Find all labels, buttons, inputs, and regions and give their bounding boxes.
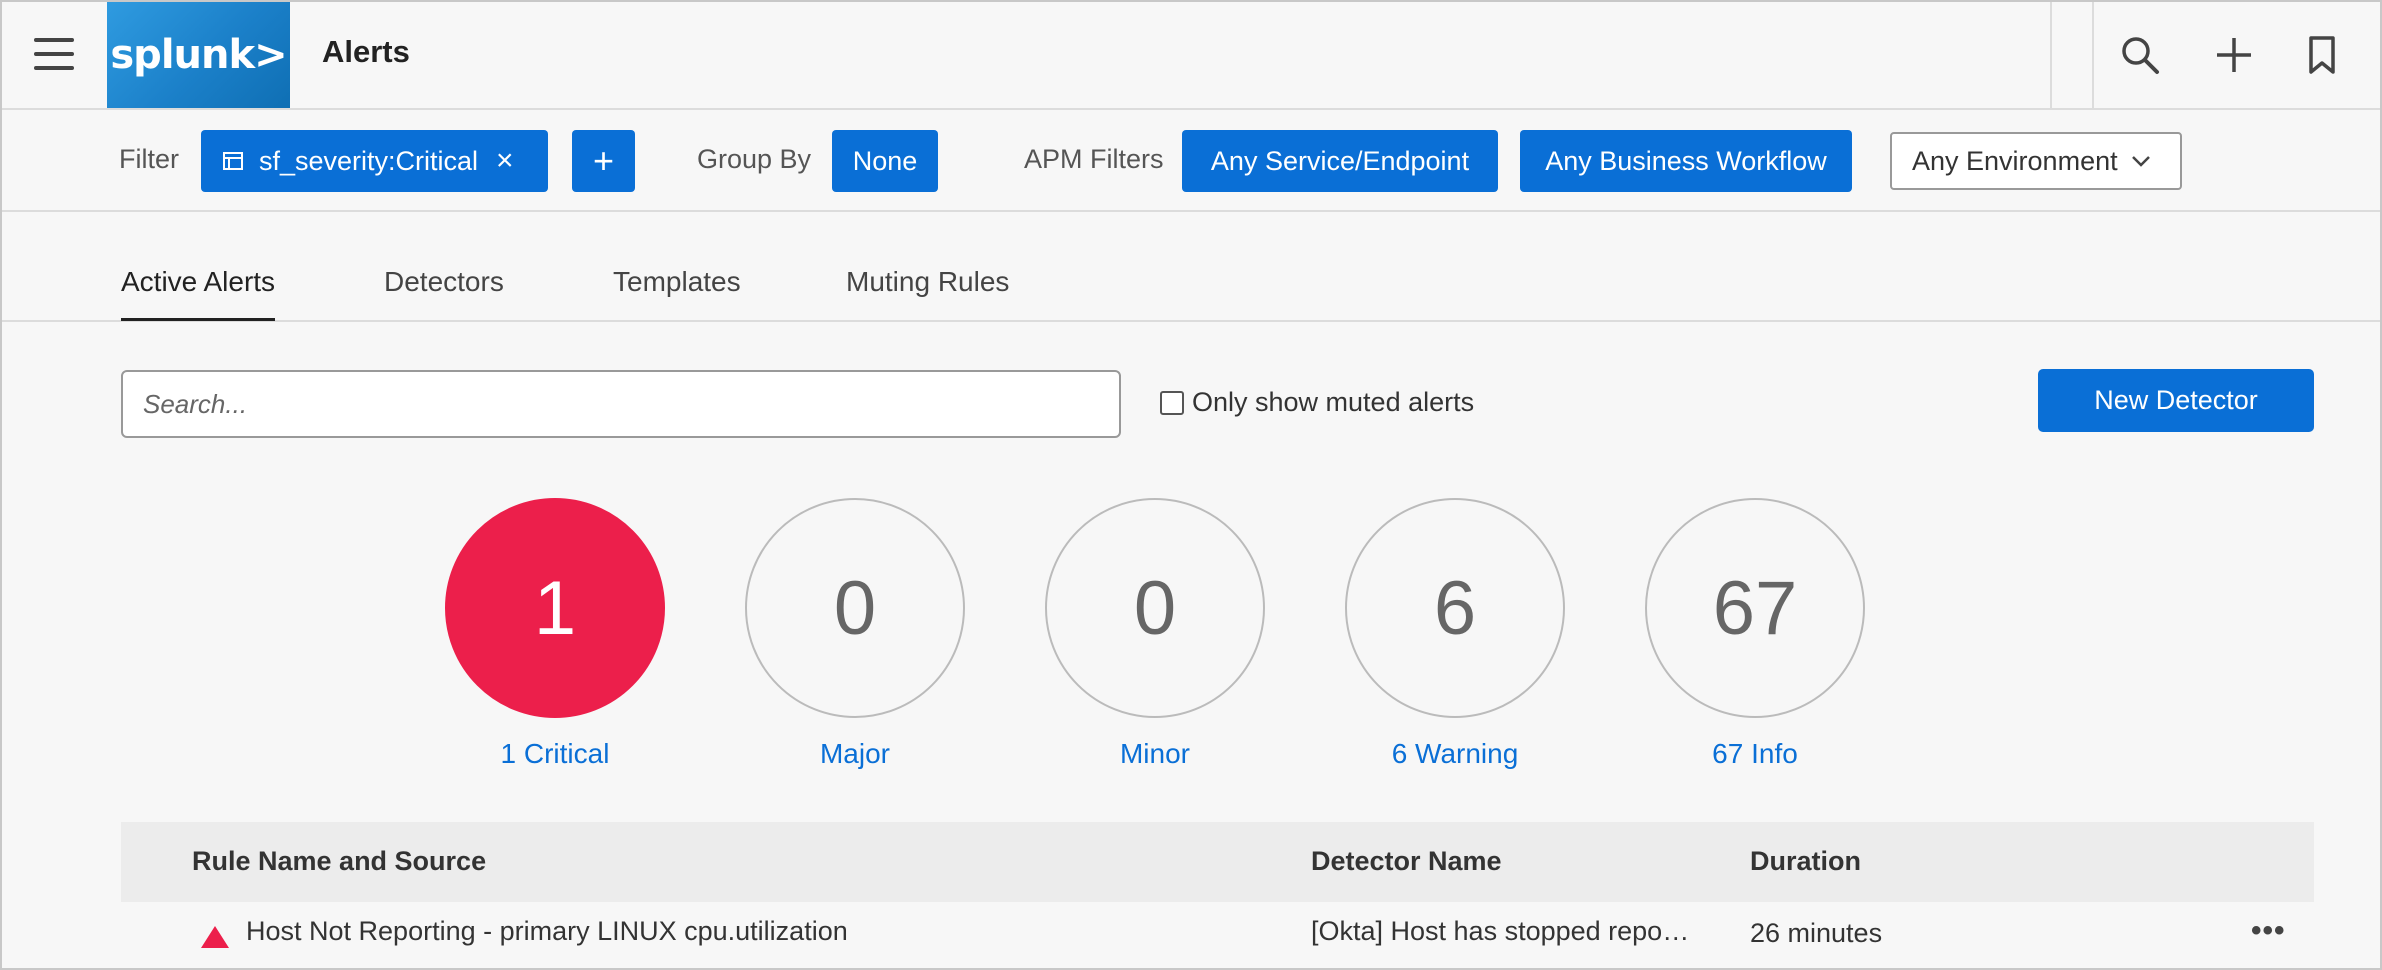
apm-workflow-button[interactable]: Any Business Workflow xyxy=(1520,130,1852,192)
rule-name[interactable]: Host Not Reporting - primary LINUX cpu.u… xyxy=(246,916,848,947)
column-header-detector[interactable]: Detector Name xyxy=(1311,846,1502,877)
severity-label[interactable]: Minor xyxy=(1044,738,1266,770)
close-icon[interactable]: × xyxy=(496,144,514,178)
apm-filters-label: APM Filters xyxy=(1024,144,1164,174)
severity-label[interactable]: 6 Warning xyxy=(1344,738,1566,770)
divider xyxy=(2050,2,2052,108)
severity-count: 67 xyxy=(1645,498,1865,718)
top-bar: splunk> Alerts xyxy=(2,2,2380,110)
filter-chip-severity[interactable]: sf_severity:Critical × xyxy=(201,130,548,192)
severity-count: 1 xyxy=(445,498,665,718)
column-header-duration[interactable]: Duration xyxy=(1750,846,1861,877)
more-options-icon[interactable]: ••• xyxy=(2251,914,2286,948)
filter-chip-label: sf_severity:Critical xyxy=(259,145,479,176)
search-input[interactable] xyxy=(121,370,1121,438)
divider xyxy=(2092,2,2094,108)
add-filter-button[interactable]: + xyxy=(572,130,635,192)
muted-checkbox[interactable] xyxy=(1160,390,1184,415)
tab-muting-rules[interactable]: Muting Rules xyxy=(846,266,1009,318)
table-header: Rule Name and Source Detector Name Durat… xyxy=(121,822,2314,902)
bookmark-icon[interactable] xyxy=(2297,30,2347,80)
chevron-down-icon xyxy=(2131,156,2150,167)
plus-icon[interactable] xyxy=(2209,30,2259,80)
logo-text: splunk> xyxy=(110,32,287,78)
filter-label: Filter xyxy=(119,144,179,174)
group-by-label: Group By xyxy=(697,144,812,174)
severity-count: 0 xyxy=(745,498,965,718)
critical-severity-icon xyxy=(201,926,229,948)
severity-info[interactable]: 67 67 Info xyxy=(1644,498,1866,770)
tab-bar: Active Alerts Detectors Templates Muting… xyxy=(2,214,2380,322)
search-icon[interactable] xyxy=(2115,30,2165,80)
filter-bar: Filter sf_severity:Critical × + Group By… xyxy=(2,110,2380,212)
severity-major[interactable]: 0 Major xyxy=(744,498,966,770)
severity-count: 6 xyxy=(1345,498,1565,718)
severity-count: 0 xyxy=(1045,498,1265,718)
group-by-button[interactable]: None xyxy=(832,130,938,192)
severity-minor[interactable]: 0 Minor xyxy=(1044,498,1266,770)
muted-filter: Only show muted alerts xyxy=(1160,387,1474,418)
detector-name[interactable]: [Okta] Host has stopped repo… xyxy=(1311,916,1689,947)
duration: 26 minutes xyxy=(1750,918,1883,948)
muted-label: Only show muted alerts xyxy=(1192,387,1475,417)
hamburger-menu-icon[interactable] xyxy=(34,38,74,70)
column-header-rule[interactable]: Rule Name and Source xyxy=(192,846,486,877)
filter-icon xyxy=(223,152,243,170)
environment-dropdown[interactable]: Any Environment xyxy=(1890,132,2182,190)
apm-service-button[interactable]: Any Service/Endpoint xyxy=(1182,130,1498,192)
splunk-logo[interactable]: splunk> xyxy=(107,2,290,108)
app-window: splunk> Alerts Filter sf_severity:Critic… xyxy=(0,0,2382,970)
severity-label[interactable]: 67 Info xyxy=(1644,738,1866,770)
environment-label: Any Environment xyxy=(1912,145,2118,176)
severity-label[interactable]: Major xyxy=(744,738,966,770)
new-detector-button[interactable]: New Detector xyxy=(2038,369,2314,432)
page-title: Alerts xyxy=(322,34,410,69)
table-row[interactable]: Host Not Reporting - primary LINUX cpu.u… xyxy=(121,902,2314,968)
severity-warning[interactable]: 6 6 Warning xyxy=(1344,498,1566,770)
tab-detectors[interactable]: Detectors xyxy=(384,266,504,318)
severity-critical[interactable]: 1 1 Critical xyxy=(444,498,666,770)
severity-label[interactable]: 1 Critical xyxy=(444,738,666,770)
tab-templates[interactable]: Templates xyxy=(613,266,741,318)
tab-active-alerts[interactable]: Active Alerts xyxy=(121,266,276,321)
